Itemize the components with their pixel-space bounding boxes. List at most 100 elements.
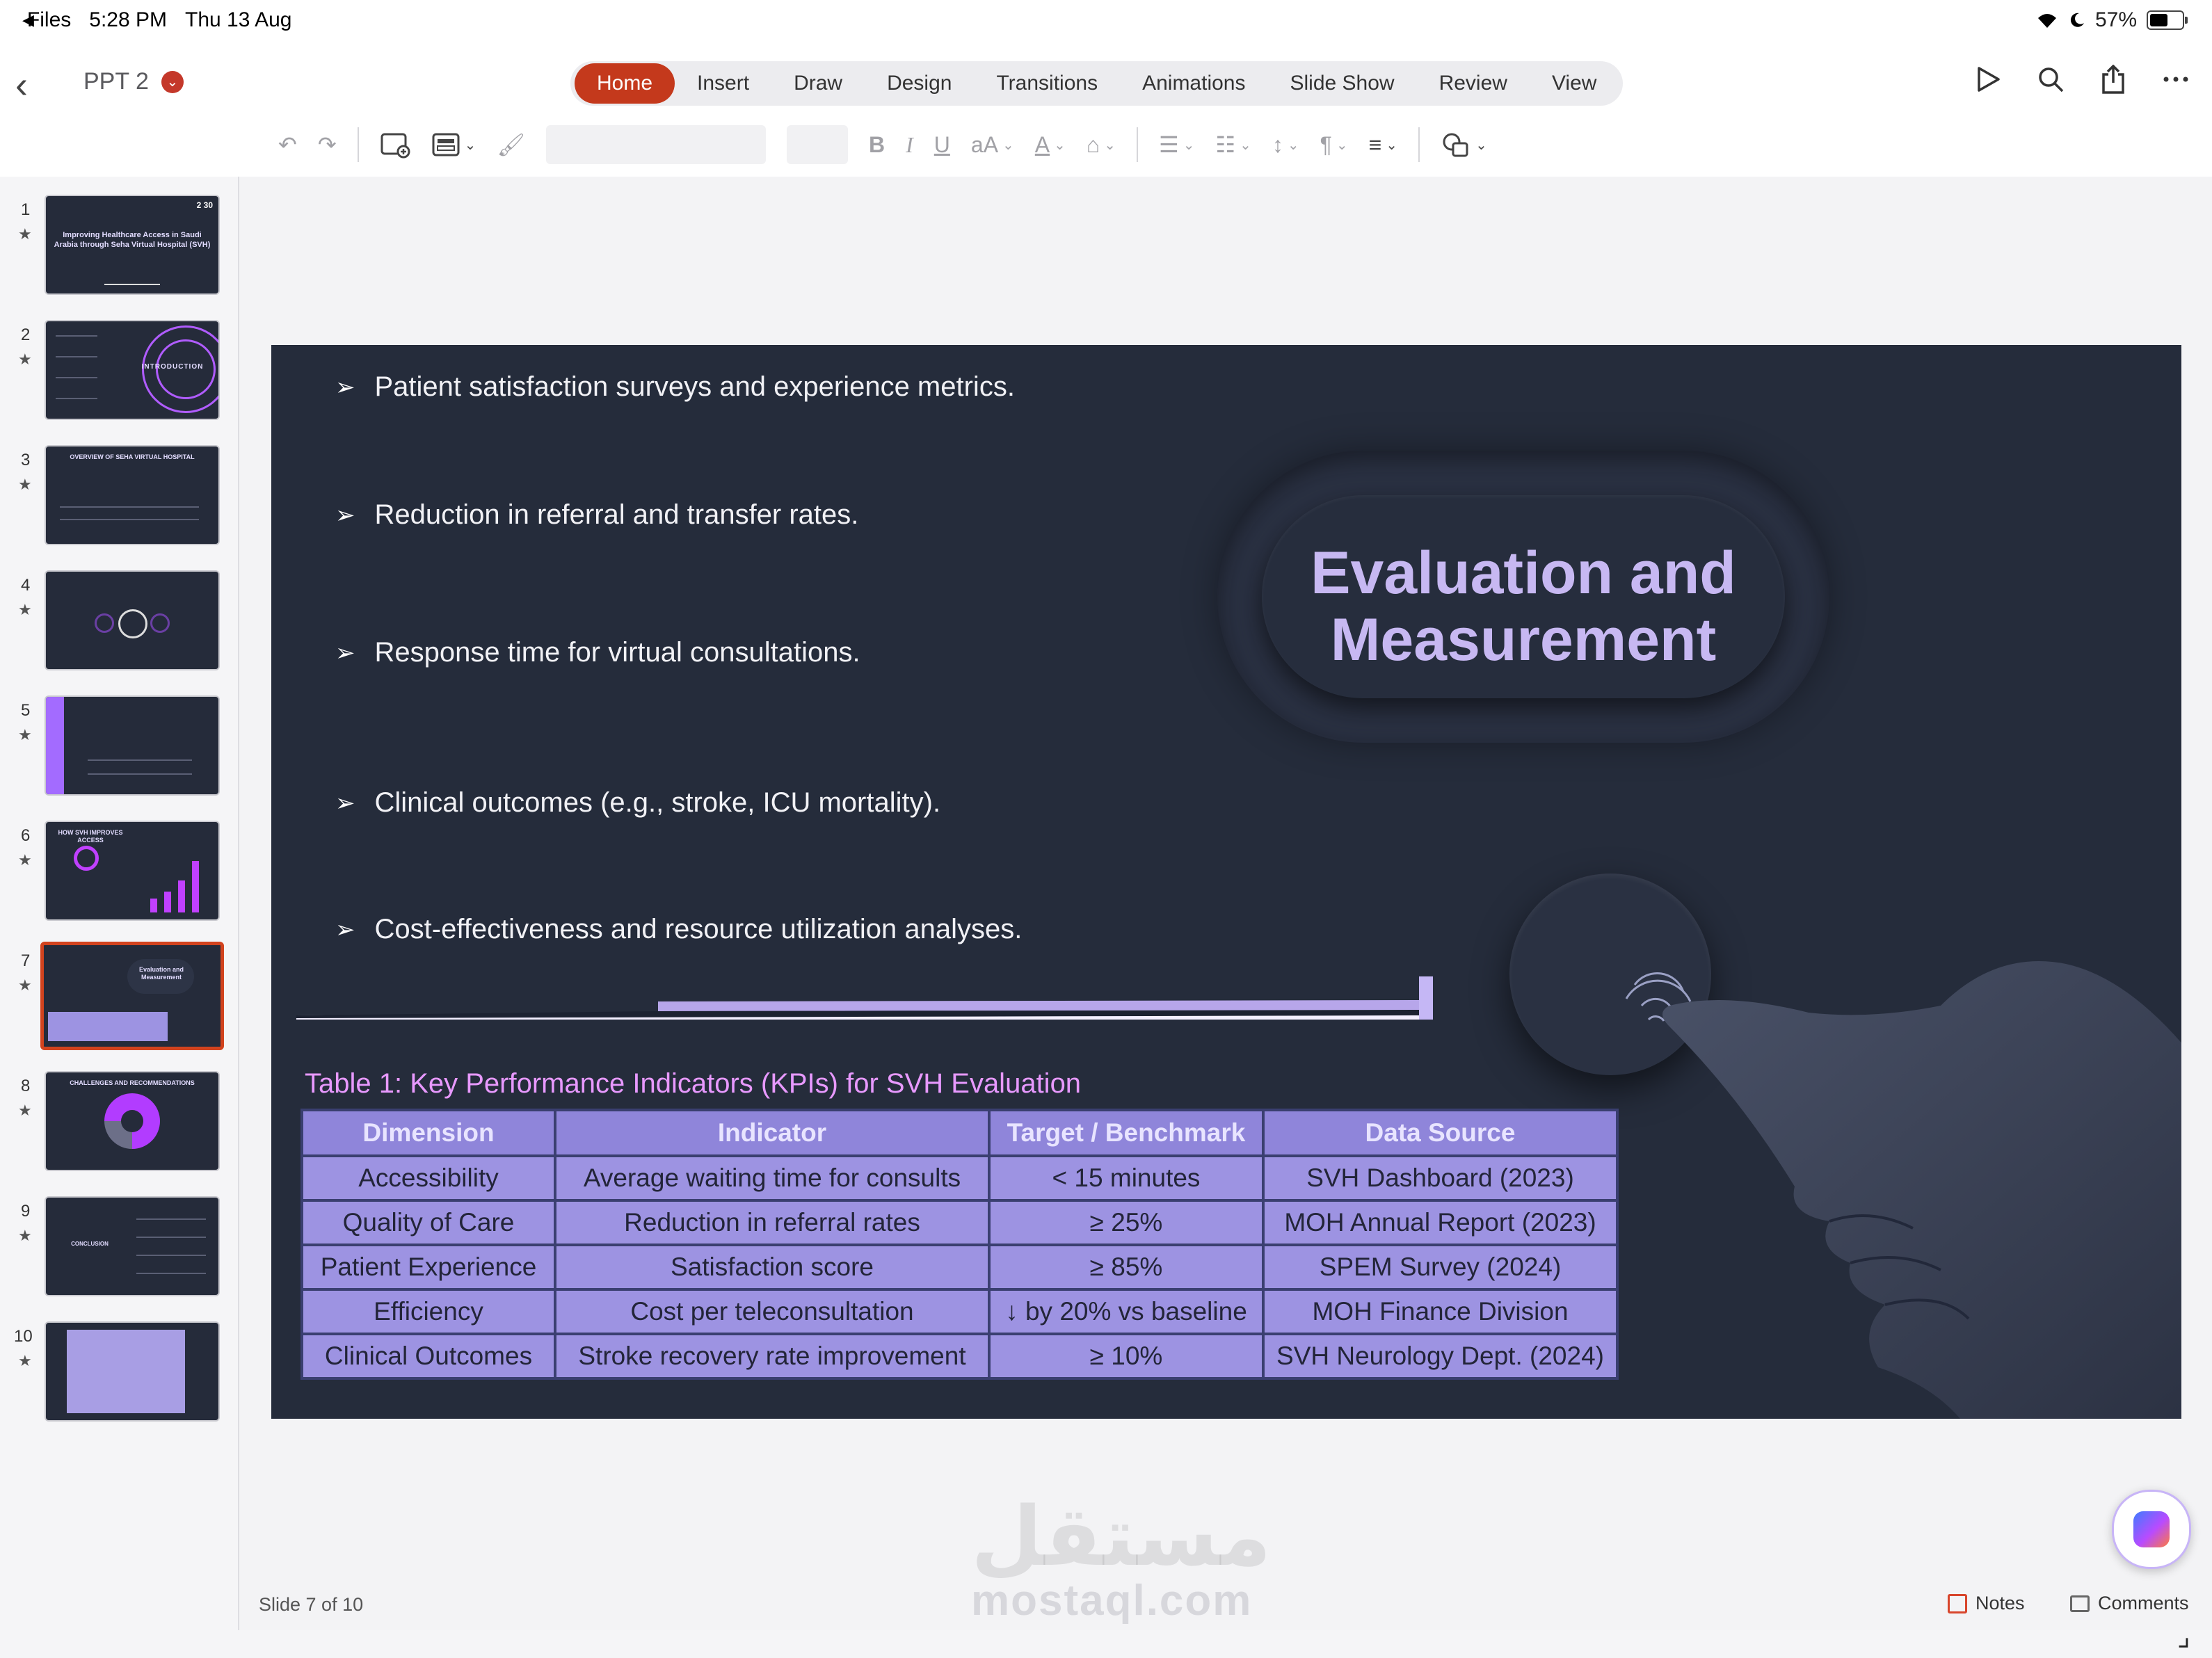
table-row: Accessibility Average waiting time for c… [300,1154,1619,1202]
font-color-icon[interactable]: A ⌄ [1035,132,1066,158]
bold-icon[interactable]: B [869,132,885,158]
table-row: Patient Experience Satisfaction score ≥ … [300,1244,1619,1291]
new-slide-icon[interactable] [380,131,410,159]
table-cell[interactable]: Average waiting time for consults [554,1154,991,1202]
table-cell[interactable]: MOH Finance Division [1262,1288,1619,1335]
chevron-down-icon: ⌄ [1475,137,1487,153]
tab-animations[interactable]: Animations [1120,63,1267,104]
table-cell[interactable]: Cost per teleconsultation [554,1288,991,1335]
slide-thumbnail-rail: 1 ★ 2 30 Improving Healthcare Access in … [0,177,239,1630]
play-icon[interactable] [1973,64,2003,95]
column-header[interactable]: Indicator [554,1109,991,1157]
table-cell[interactable]: Efficiency [300,1288,556,1335]
tab-home[interactable]: Home [575,63,675,104]
font-name-field[interactable] [546,125,767,164]
slide-count: Slide 7 of 10 [259,1594,364,1615]
star-icon: ★ [18,225,32,243]
table-cell[interactable]: ≥ 10% [988,1333,1265,1380]
status-time: 5:28 PM [89,8,167,31]
table-cell[interactable]: SVH Dashboard (2023) [1262,1154,1619,1202]
document-title[interactable]: PPT 2 ⌄ [83,68,184,95]
numbering-icon[interactable]: ☷ ⌄ [1215,131,1251,158]
star-icon: ★ [18,1227,32,1244]
battery-icon [2147,10,2188,30]
shapes-icon[interactable]: ⌄ [1441,131,1487,159]
slide-title[interactable]: Evaluation and Measurement [1262,540,1785,673]
status-date: Thu 13 Aug [185,8,292,31]
bullet-item[interactable]: ➢ Reduction in referral and transfer rat… [335,499,858,531]
comments-button[interactable]: Comments [2070,1593,2189,1614]
comment-icon [2070,1595,2090,1612]
tab-transitions[interactable]: Transitions [974,63,1120,104]
header-actions [1973,64,2191,95]
thumbnail-preview: 2 30 Improving Healthcare Access in Saud… [45,195,220,295]
tab-insert[interactable]: Insert [675,63,771,104]
underline-icon[interactable]: U [934,132,950,158]
table-cell[interactable]: Accessibility [300,1154,556,1202]
dropdown-badge-icon[interactable]: ⌄ [161,70,184,93]
tab-view[interactable]: View [1530,63,1619,104]
star-icon: ★ [18,851,32,869]
undo-icon[interactable]: ↶ [278,131,297,158]
line-spacing-icon[interactable]: ↕ ⌄ [1272,132,1299,158]
font-size-icon[interactable]: aA ⌄ [971,132,1014,158]
highlight-icon[interactable]: ⌂ ⌄ [1087,132,1116,158]
more-icon[interactable] [2161,64,2191,95]
column-header[interactable]: Dimension [300,1109,556,1157]
arrow-bullet-icon: ➢ [335,373,355,401]
pointing-hand-illustration [1625,961,2181,1419]
bullet-item[interactable]: ➢ Response time for virtual consultation… [335,637,860,668]
thumbnail-preview [45,695,220,796]
align-icon[interactable]: ≡ ⌄ [1369,132,1397,158]
copilot-button[interactable] [2112,1490,2191,1569]
back-chevron-icon[interactable]: ‹ [15,64,43,106]
table-cell[interactable]: ≥ 85% [988,1244,1265,1291]
table-cell[interactable]: ↓ by 20% vs baseline [988,1288,1265,1335]
column-header[interactable]: Target / Benchmark [988,1109,1265,1157]
bullet-item[interactable]: ➢ Cost-effectiveness and resource utiliz… [335,914,1022,945]
toolbar-divider [1137,127,1138,162]
bullets-icon[interactable]: ☰ ⌄ [1159,131,1194,158]
kpi-table[interactable]: Dimension Indicator Target / Benchmark D… [300,1109,1619,1380]
table-row: Quality of Care Reduction in referral ra… [300,1199,1619,1246]
table-cell[interactable]: SVH Neurology Dept. (2024) [1262,1333,1619,1380]
chevron-down-icon: ⌄ [1336,137,1348,153]
ribbon-toolbar: ↶ ↷ ⌄ 🖌 B I U aA ⌄ A ⌄ ⌂ ⌄ ☰ ⌄ ☷ ⌄ ↕ ⌄ ¶ ⌄ ≡ ⌄ ⌄ [278,118,1487,171]
tab-design[interactable]: Design [865,63,974,104]
table-cell[interactable]: Stroke recovery rate improvement [554,1333,991,1380]
table-cell[interactable]: Clinical Outcomes [300,1333,556,1380]
table-cell[interactable]: < 15 minutes [988,1154,1265,1202]
font-size-field[interactable] [787,125,849,164]
arrow-bullet-icon: ➢ [335,639,355,666]
layout-icon[interactable]: ⌄ [431,132,476,157]
back-to-files-link[interactable]: ◀ Files [22,8,71,32]
thumbnail-preview: HOW SVH IMPROVES ACCESS [45,821,220,921]
table-cell[interactable]: MOH Annual Report (2023) [1262,1199,1619,1246]
format-painter-icon[interactable]: 🖌 [497,131,525,158]
italic-icon[interactable]: I [906,132,913,158]
table-caption[interactable]: Table 1: Key Performance Indicators (KPI… [305,1068,1081,1100]
tab-review[interactable]: Review [1417,63,1530,104]
column-header[interactable]: Data Source [1262,1109,1619,1157]
slide-7[interactable]: ➢ Patient satisfaction surveys and exper… [271,345,2181,1419]
table-cell[interactable]: Satisfaction score [554,1244,991,1291]
table-cell[interactable]: SPEM Survey (2024) [1262,1244,1619,1291]
notes-button[interactable]: Notes [1948,1593,2025,1614]
bullet-item[interactable]: ➢ Patient satisfaction surveys and exper… [335,371,1015,403]
redo-icon[interactable]: ↷ [318,131,337,158]
bullet-item[interactable]: ➢ Clinical outcomes (e.g., stroke, ICU m… [335,787,940,819]
tab-draw[interactable]: Draw [771,63,865,104]
search-icon[interactable] [2035,64,2066,95]
table-cell[interactable]: Patient Experience [300,1244,556,1291]
pencil-corner-icon[interactable]: ⌟ [2177,1620,2190,1652]
notes-icon [1948,1593,1967,1613]
share-icon[interactable] [2098,64,2129,95]
watermark-logo: mostaql.com [971,1577,1253,1625]
table-cell[interactable]: Quality of Care [300,1199,556,1246]
tab-slide-show[interactable]: Slide Show [1267,63,1416,104]
table-cell[interactable]: Reduction in referral rates [554,1199,991,1246]
arrow-bullet-icon: ➢ [335,789,355,816]
table-cell[interactable]: ≥ 25% [988,1199,1265,1246]
thumbnail-preview: INTRODUCTION [45,320,220,420]
paragraph-icon[interactable]: ¶ ⌄ [1320,132,1348,158]
